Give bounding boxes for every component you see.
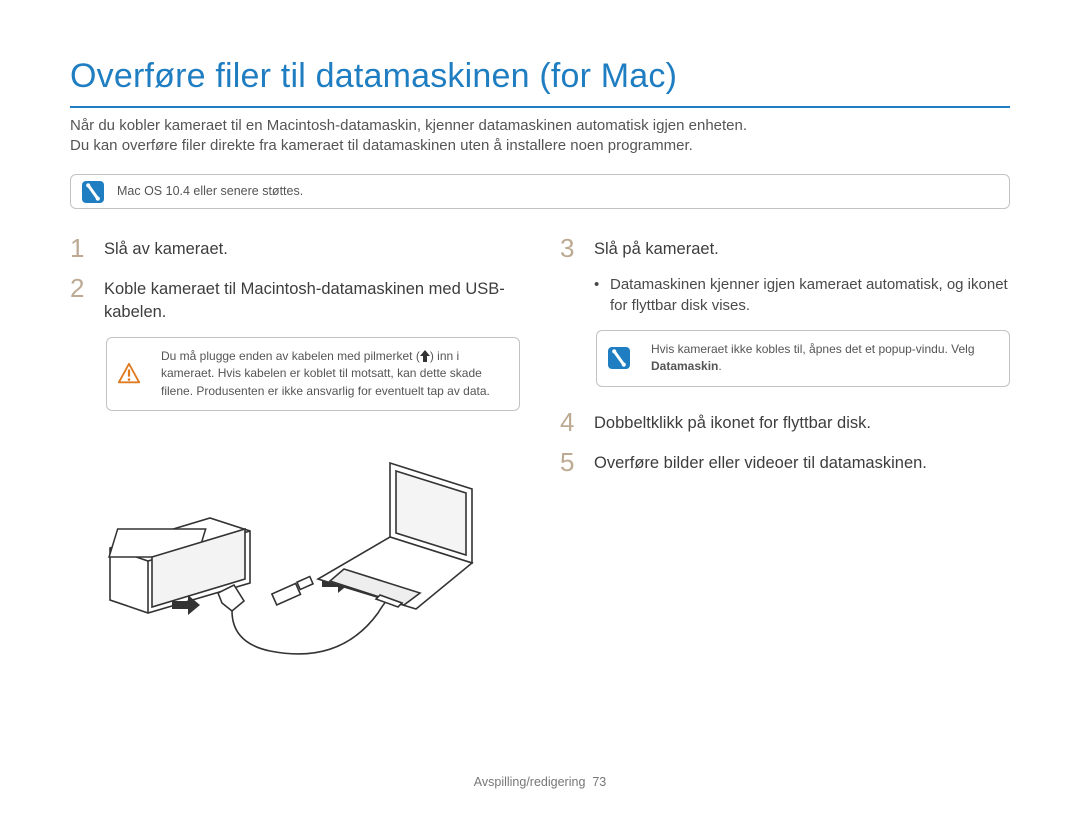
step-3: 3 Slå på kameraet. [560, 235, 1010, 261]
step-4-text: Dobbeltklikk på ikonet for flyttbar disk… [594, 409, 871, 435]
popup-info-text: Hvis kameraet ikke kobles til, åpnes det… [651, 342, 975, 373]
mac-os-note-text: Mac OS 10.4 eller senere støttes. [117, 183, 303, 200]
step-3-text: Slå på kameraet. [594, 235, 719, 261]
footer-page-number: 73 [592, 775, 606, 789]
intro-line-2: Du kan overføre filer direkte fra kamera… [70, 136, 1010, 156]
page-title: Overføre filer til datamaskinen (for Mac… [70, 54, 1010, 108]
right-column: 3 Slå på kameraet. • Datamaskinen kjenne… [560, 235, 1010, 669]
cable-warning-box: Du må plugge enden av kabelen med pilmer… [106, 337, 520, 411]
step-3-bullet: • Datamaskinen kjenner igjen kameraet au… [560, 275, 1010, 316]
intro-line-1: Når du kobler kameraet til en Macintosh-… [70, 116, 1010, 136]
mac-os-note: Mac OS 10.4 eller senere støttes. [70, 174, 1010, 209]
info-pre: Hvis kameraet ikke kobles til, åpnes det… [651, 342, 975, 356]
step-1-number: 1 [70, 235, 92, 261]
step-1-text: Slå av kameraet. [104, 235, 228, 261]
info-square-icon [81, 180, 105, 204]
left-column: 1 Slå av kameraet. 2 Koble kameraet til … [70, 235, 520, 669]
info-bold: Datamaskin [651, 359, 718, 373]
cable-warning-text: Du må plugge enden av kabelen med pilmer… [161, 349, 490, 398]
step-1: 1 Slå av kameraet. [70, 235, 520, 261]
step-3-number: 3 [560, 235, 582, 261]
step-4-number: 4 [560, 409, 582, 435]
arrow-up-icon [420, 350, 430, 362]
info-after: . [718, 359, 721, 373]
bullet-dot-icon: • [594, 275, 602, 316]
step-4: 4 Dobbeltklikk på ikonet for flyttbar di… [560, 409, 1010, 435]
info-square-icon [607, 346, 631, 370]
step-2-text: Koble kameraet til Macintosh-datamaskine… [104, 275, 520, 323]
footer-section: Avspilling/redigering [474, 775, 586, 789]
step-3-bullet-text: Datamaskinen kjenner igjen kameraet auto… [610, 275, 1010, 316]
usb-connection-illustration [100, 433, 520, 669]
step-2: 2 Koble kameraet til Macintosh-datamaski… [70, 275, 520, 323]
warn-pre: Du må plugge enden av kabelen med pilmer… [161, 349, 420, 363]
step-5: 5 Overføre bilder eller videoer til data… [560, 449, 1010, 475]
step-5-number: 5 [560, 449, 582, 475]
warning-triangle-icon [117, 362, 141, 386]
columns: 1 Slå av kameraet. 2 Koble kameraet til … [70, 235, 1010, 669]
page-footer: Avspilling/redigering 73 [0, 774, 1080, 791]
step-5-text: Overføre bilder eller videoer til datama… [594, 449, 927, 475]
step-2-number: 2 [70, 275, 92, 323]
intro-block: Når du kobler kameraet til en Macintosh-… [70, 116, 1010, 157]
popup-info-box: Hvis kameraet ikke kobles til, åpnes det… [596, 330, 1010, 387]
